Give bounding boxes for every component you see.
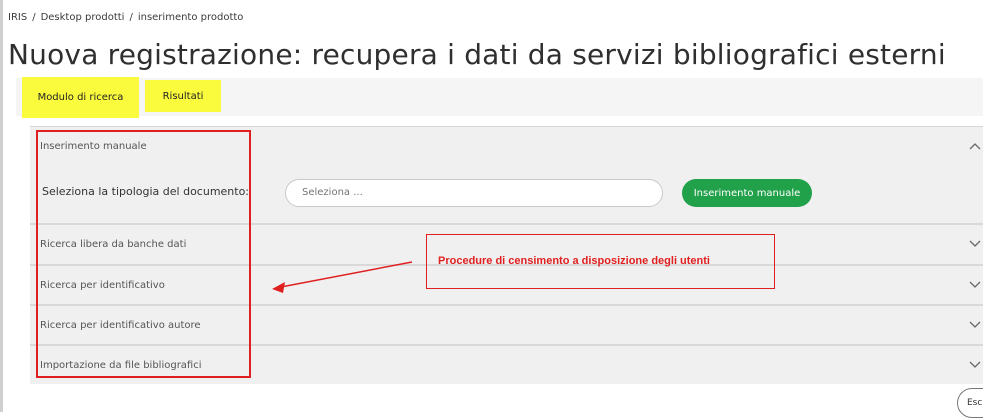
button-label: Esc: [967, 398, 983, 408]
annotation-arrow: [272, 261, 413, 293]
esc-button[interactable]: Esc: [957, 388, 983, 418]
